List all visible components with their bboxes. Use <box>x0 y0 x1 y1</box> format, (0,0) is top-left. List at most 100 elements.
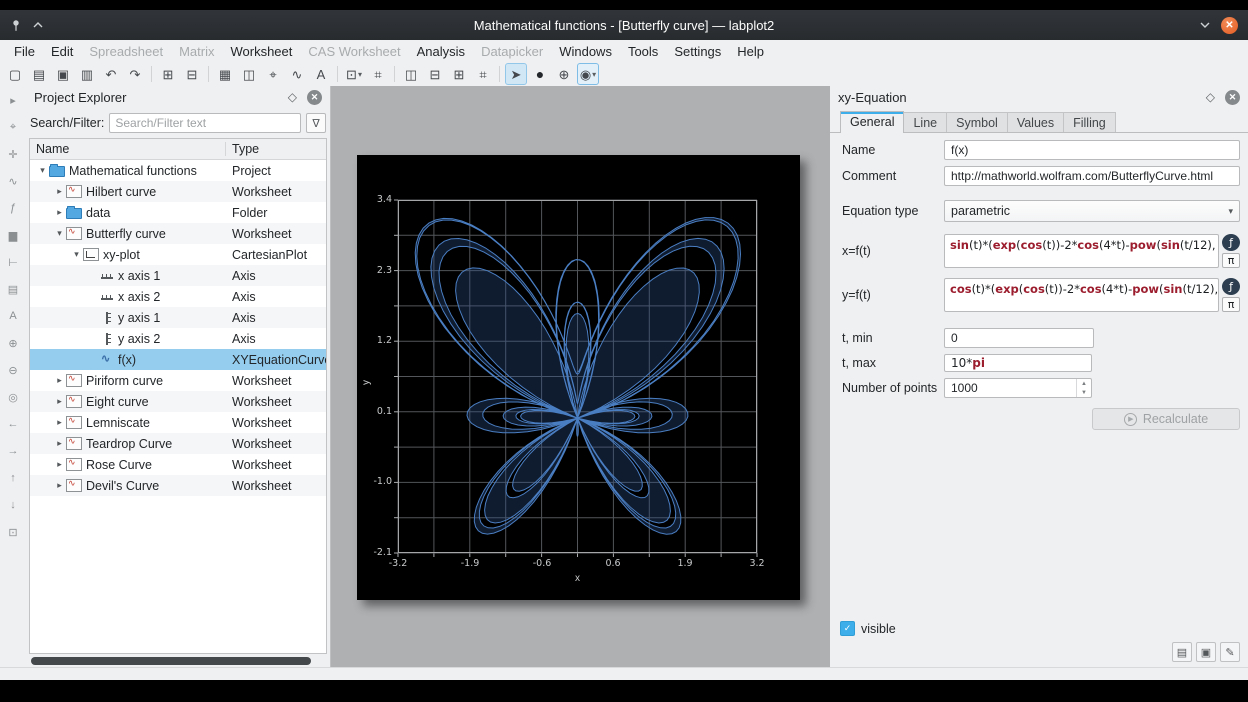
search-input[interactable] <box>109 113 301 133</box>
expand-arrow-icon[interactable]: ▸ <box>53 207 66 218</box>
expand-arrow-icon[interactable]: ▸ <box>53 459 66 470</box>
toolbar-new-spreadsheet[interactable]: ⊞ <box>157 63 179 85</box>
insert-constant-button[interactable]: π <box>1222 297 1240 312</box>
menu-windows[interactable]: Windows <box>551 42 620 61</box>
toolbar-horizontal-layout[interactable]: ⊟ <box>424 63 446 85</box>
vtool-zoom-origin[interactable]: ◎ <box>4 389 22 405</box>
cartesian-plot[interactable]: 3.42.31.20.1-1.0-2.1 -3.2-1.9-0.60.61.93… <box>398 200 757 553</box>
collapse-arrow-icon[interactable]: ▾ <box>36 165 49 176</box>
collapse-arrow-icon[interactable]: ▾ <box>70 249 83 260</box>
insert-function-button[interactable]: ƒ <box>1222 234 1240 251</box>
chevron-down-icon[interactable] <box>1199 20 1211 30</box>
expand-arrow-icon[interactable]: ▸ <box>53 396 66 407</box>
vtool-shift-left-x[interactable]: ← <box>4 416 22 432</box>
toolbar-new-workbook[interactable]: ◫ <box>238 63 260 85</box>
spin-down-icon[interactable]: ▼ <box>1077 388 1091 397</box>
expand-arrow-icon[interactable]: ▸ <box>53 375 66 386</box>
toolbar-open-document[interactable]: ▤ <box>28 63 50 85</box>
vtool-zoom-in[interactable]: ⊕ <box>4 335 22 351</box>
spin-up-icon[interactable]: ▲ <box>1077 379 1091 388</box>
close-dock-icon[interactable]: ✕ <box>307 90 322 105</box>
toolbar-select-mode[interactable]: ➤ <box>505 63 527 85</box>
tree-row-f-x[interactable]: f(x)XYEquationCurve <box>30 349 326 370</box>
menu-settings[interactable]: Settings <box>666 42 729 61</box>
tree-row-devil-s-curve[interactable]: ▸Devil's CurveWorksheet <box>30 475 326 496</box>
vtool-auto-scale[interactable]: ⊡ <box>4 524 22 540</box>
tree-row-x-axis-2[interactable]: x axis 2Axis <box>30 286 326 307</box>
vtool-add-text-label[interactable]: A <box>4 308 22 324</box>
filter-options-button[interactable]: ∇ <box>306 113 326 133</box>
insert-function-button[interactable]: ƒ <box>1222 278 1240 295</box>
tree-row-y-axis-1[interactable]: y axis 1Axis <box>30 307 326 328</box>
y-equation-field[interactable]: cos(t)*(exp(cos(t))-2*cos(4*t)-pow(sin(t… <box>944 278 1219 312</box>
toolbar-export-worksheet[interactable]: ⊡▾ <box>343 63 365 85</box>
menu-analysis[interactable]: Analysis <box>409 42 473 61</box>
toolbar-new-text-label[interactable]: A <box>310 63 332 85</box>
vtool-select-tool[interactable]: ▸ <box>4 92 22 108</box>
menu-file[interactable]: File <box>6 42 43 61</box>
horizontal-scrollbar[interactable] <box>29 656 327 666</box>
tree-row-lemniscate[interactable]: ▸LemniscateWorksheet <box>30 412 326 433</box>
shade-up-icon[interactable] <box>32 20 44 30</box>
toolbar-magnification[interactable]: ◉▾ <box>577 63 599 85</box>
expand-arrow-icon[interactable]: ▸ <box>53 480 66 491</box>
float-dock-icon[interactable]: ◇ <box>1206 90 1215 104</box>
tree-row-piriform-curve[interactable]: ▸Piriform curveWorksheet <box>30 370 326 391</box>
vtool-crosshair-tool[interactable]: ⌖ <box>4 119 22 135</box>
x-equation-field[interactable]: sin(t)*(exp(cos(t))-2*cos(4*t)-pow(sin(t… <box>944 234 1219 268</box>
tmin-field[interactable] <box>944 328 1094 348</box>
toolbar-new-datapicker[interactable]: ⌖ <box>262 63 284 85</box>
toolbar-zoom-fit[interactable]: ⌗ <box>367 63 389 85</box>
column-header-type[interactable]: Type <box>226 142 326 156</box>
tree-row-y-axis-2[interactable]: y axis 2Axis <box>30 328 326 349</box>
scrollbar-thumb[interactable] <box>31 657 311 665</box>
toolbar-zoom-select-mode[interactable]: ⊕ <box>553 63 575 85</box>
tree-row-butterfly-curve[interactable]: ▾Butterfly curveWorksheet <box>30 223 326 244</box>
float-dock-icon[interactable]: ◇ <box>288 90 297 104</box>
vtool-add-curve[interactable]: ∿ <box>4 173 22 189</box>
tab-values[interactable]: Values <box>1007 112 1064 133</box>
toolbar-vertical-layout[interactable]: ◫ <box>400 63 422 85</box>
vtool-pan-tool[interactable]: ✛ <box>4 146 22 162</box>
menu-worksheet[interactable]: Worksheet <box>222 42 300 61</box>
close-dock-icon[interactable]: ✕ <box>1225 90 1240 105</box>
vtool-add-axis[interactable]: ⊢ <box>4 254 22 270</box>
vtool-add-equation-curve[interactable]: ƒ <box>4 200 22 216</box>
vtool-zoom-out[interactable]: ⊖ <box>4 362 22 378</box>
tree-row-teardrop-curve[interactable]: ▸Teardrop CurveWorksheet <box>30 433 326 454</box>
toolbar-save-document[interactable]: ▣ <box>52 63 74 85</box>
toolbar-grid-layout[interactable]: ⊞ <box>448 63 470 85</box>
expand-arrow-icon[interactable]: ▸ <box>53 186 66 197</box>
tmax-field[interactable]: 10*pi <box>944 354 1092 372</box>
insert-constant-button[interactable]: π <box>1222 253 1240 268</box>
vtool-shift-right-x[interactable]: → <box>4 443 22 459</box>
vtool-shift-down-y[interactable]: ↓ <box>4 497 22 513</box>
expand-arrow-icon[interactable]: ▸ <box>53 438 66 449</box>
load-config-button[interactable]: ▤ <box>1172 642 1192 662</box>
tree-row-rose-curve[interactable]: ▸Rose CurveWorksheet <box>30 454 326 475</box>
equation-type-select[interactable]: parametric ▾ <box>944 200 1240 222</box>
tree-row-xy-plot[interactable]: ▾xy-plotCartesianPlot <box>30 244 326 265</box>
menu-edit[interactable]: Edit <box>43 42 81 61</box>
menu-help[interactable]: Help <box>729 42 772 61</box>
save-config-button[interactable]: ▣ <box>1196 642 1216 662</box>
toolbar-break-layout[interactable]: ⌗ <box>472 63 494 85</box>
tab-line[interactable]: Line <box>903 112 947 133</box>
vtool-add-legend[interactable]: ▤ <box>4 281 22 297</box>
toolbar-new-matrix[interactable]: ⊟ <box>181 63 203 85</box>
worksheet-page[interactable]: 3.42.31.20.1-1.0-2.1 -3.2-1.9-0.60.61.93… <box>357 155 800 600</box>
toolbar-redo[interactable]: ↷ <box>124 63 146 85</box>
pin-icon[interactable] <box>10 19 22 32</box>
tab-general[interactable]: General <box>840 111 904 133</box>
toolbar-print-preview[interactable]: ▥ <box>76 63 98 85</box>
recalculate-button[interactable]: ▶ Recalculate <box>1092 408 1240 430</box>
save-default-button[interactable]: ✎ <box>1220 642 1240 662</box>
close-button[interactable]: ✕ <box>1221 17 1238 34</box>
tree-row-mathematical-functions[interactable]: ▾Mathematical functionsProject <box>30 160 326 181</box>
vtool-shift-up-y[interactable]: ↑ <box>4 470 22 486</box>
visible-checkbox[interactable]: ✓ <box>840 621 855 636</box>
toolbar-new-worksheet[interactable]: ▦ <box>214 63 236 85</box>
toolbar-new-document[interactable]: ▢ <box>4 63 26 85</box>
expand-arrow-icon[interactable]: ▸ <box>53 417 66 428</box>
spin-arrows[interactable]: ▲ ▼ <box>1076 379 1091 397</box>
